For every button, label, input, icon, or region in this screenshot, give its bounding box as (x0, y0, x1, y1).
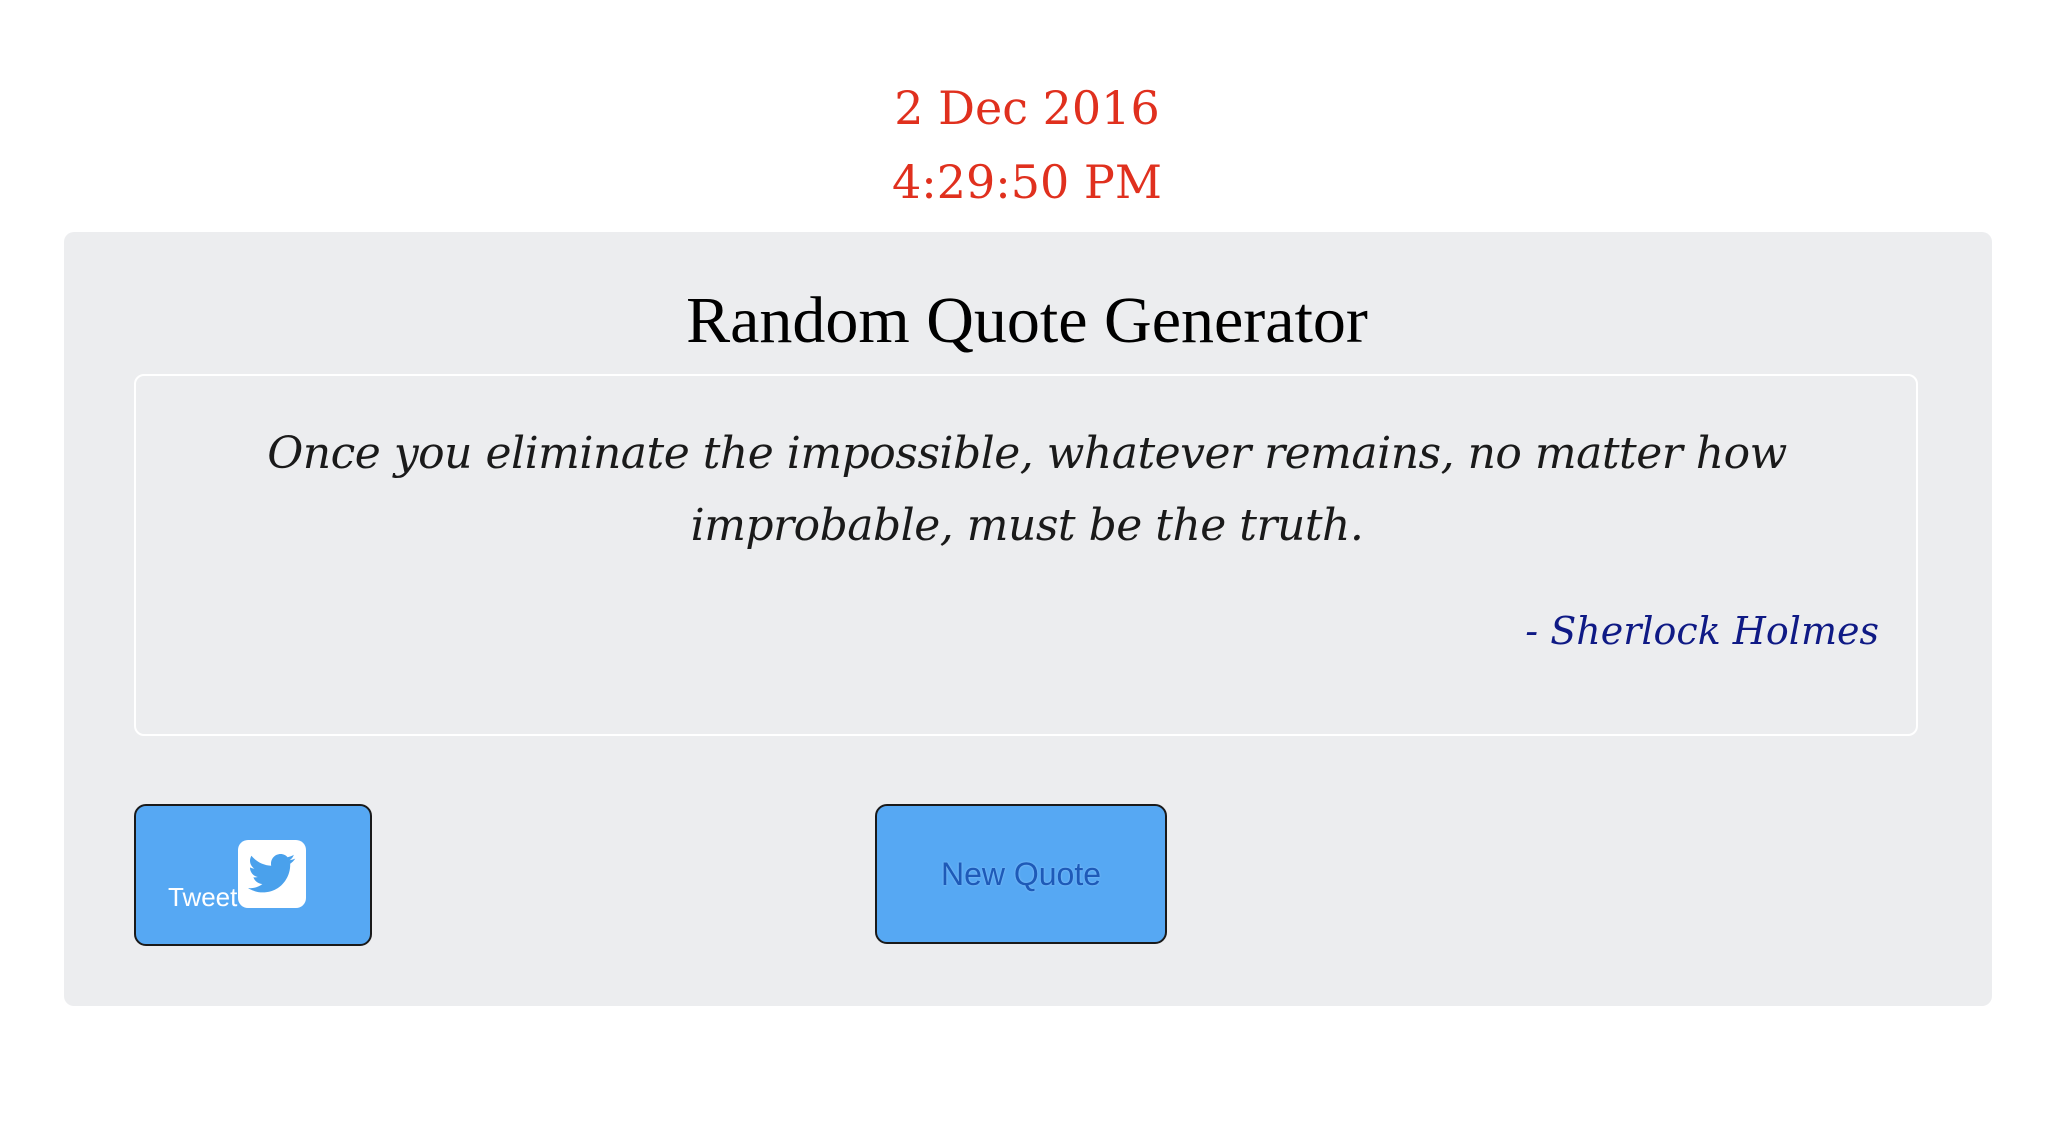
twitter-bird-icon (238, 840, 306, 908)
tweet-button-label: Tweet (168, 882, 238, 912)
new-quote-button-label: New Quote (940, 855, 1102, 892)
current-date: 2 Dec 2016 (894, 81, 1160, 135)
page-title: Random Quote Generator (686, 284, 1368, 357)
new-quote-button[interactable]: New Quote (875, 804, 1167, 944)
tweet-button[interactable]: Tweet (134, 804, 372, 946)
current-time: 4:29:50 PM (891, 155, 1162, 209)
quote-text: Once you eliminate the impossible, whate… (267, 428, 1787, 551)
quote-author: - Sherlock Holmes (1525, 609, 1879, 653)
